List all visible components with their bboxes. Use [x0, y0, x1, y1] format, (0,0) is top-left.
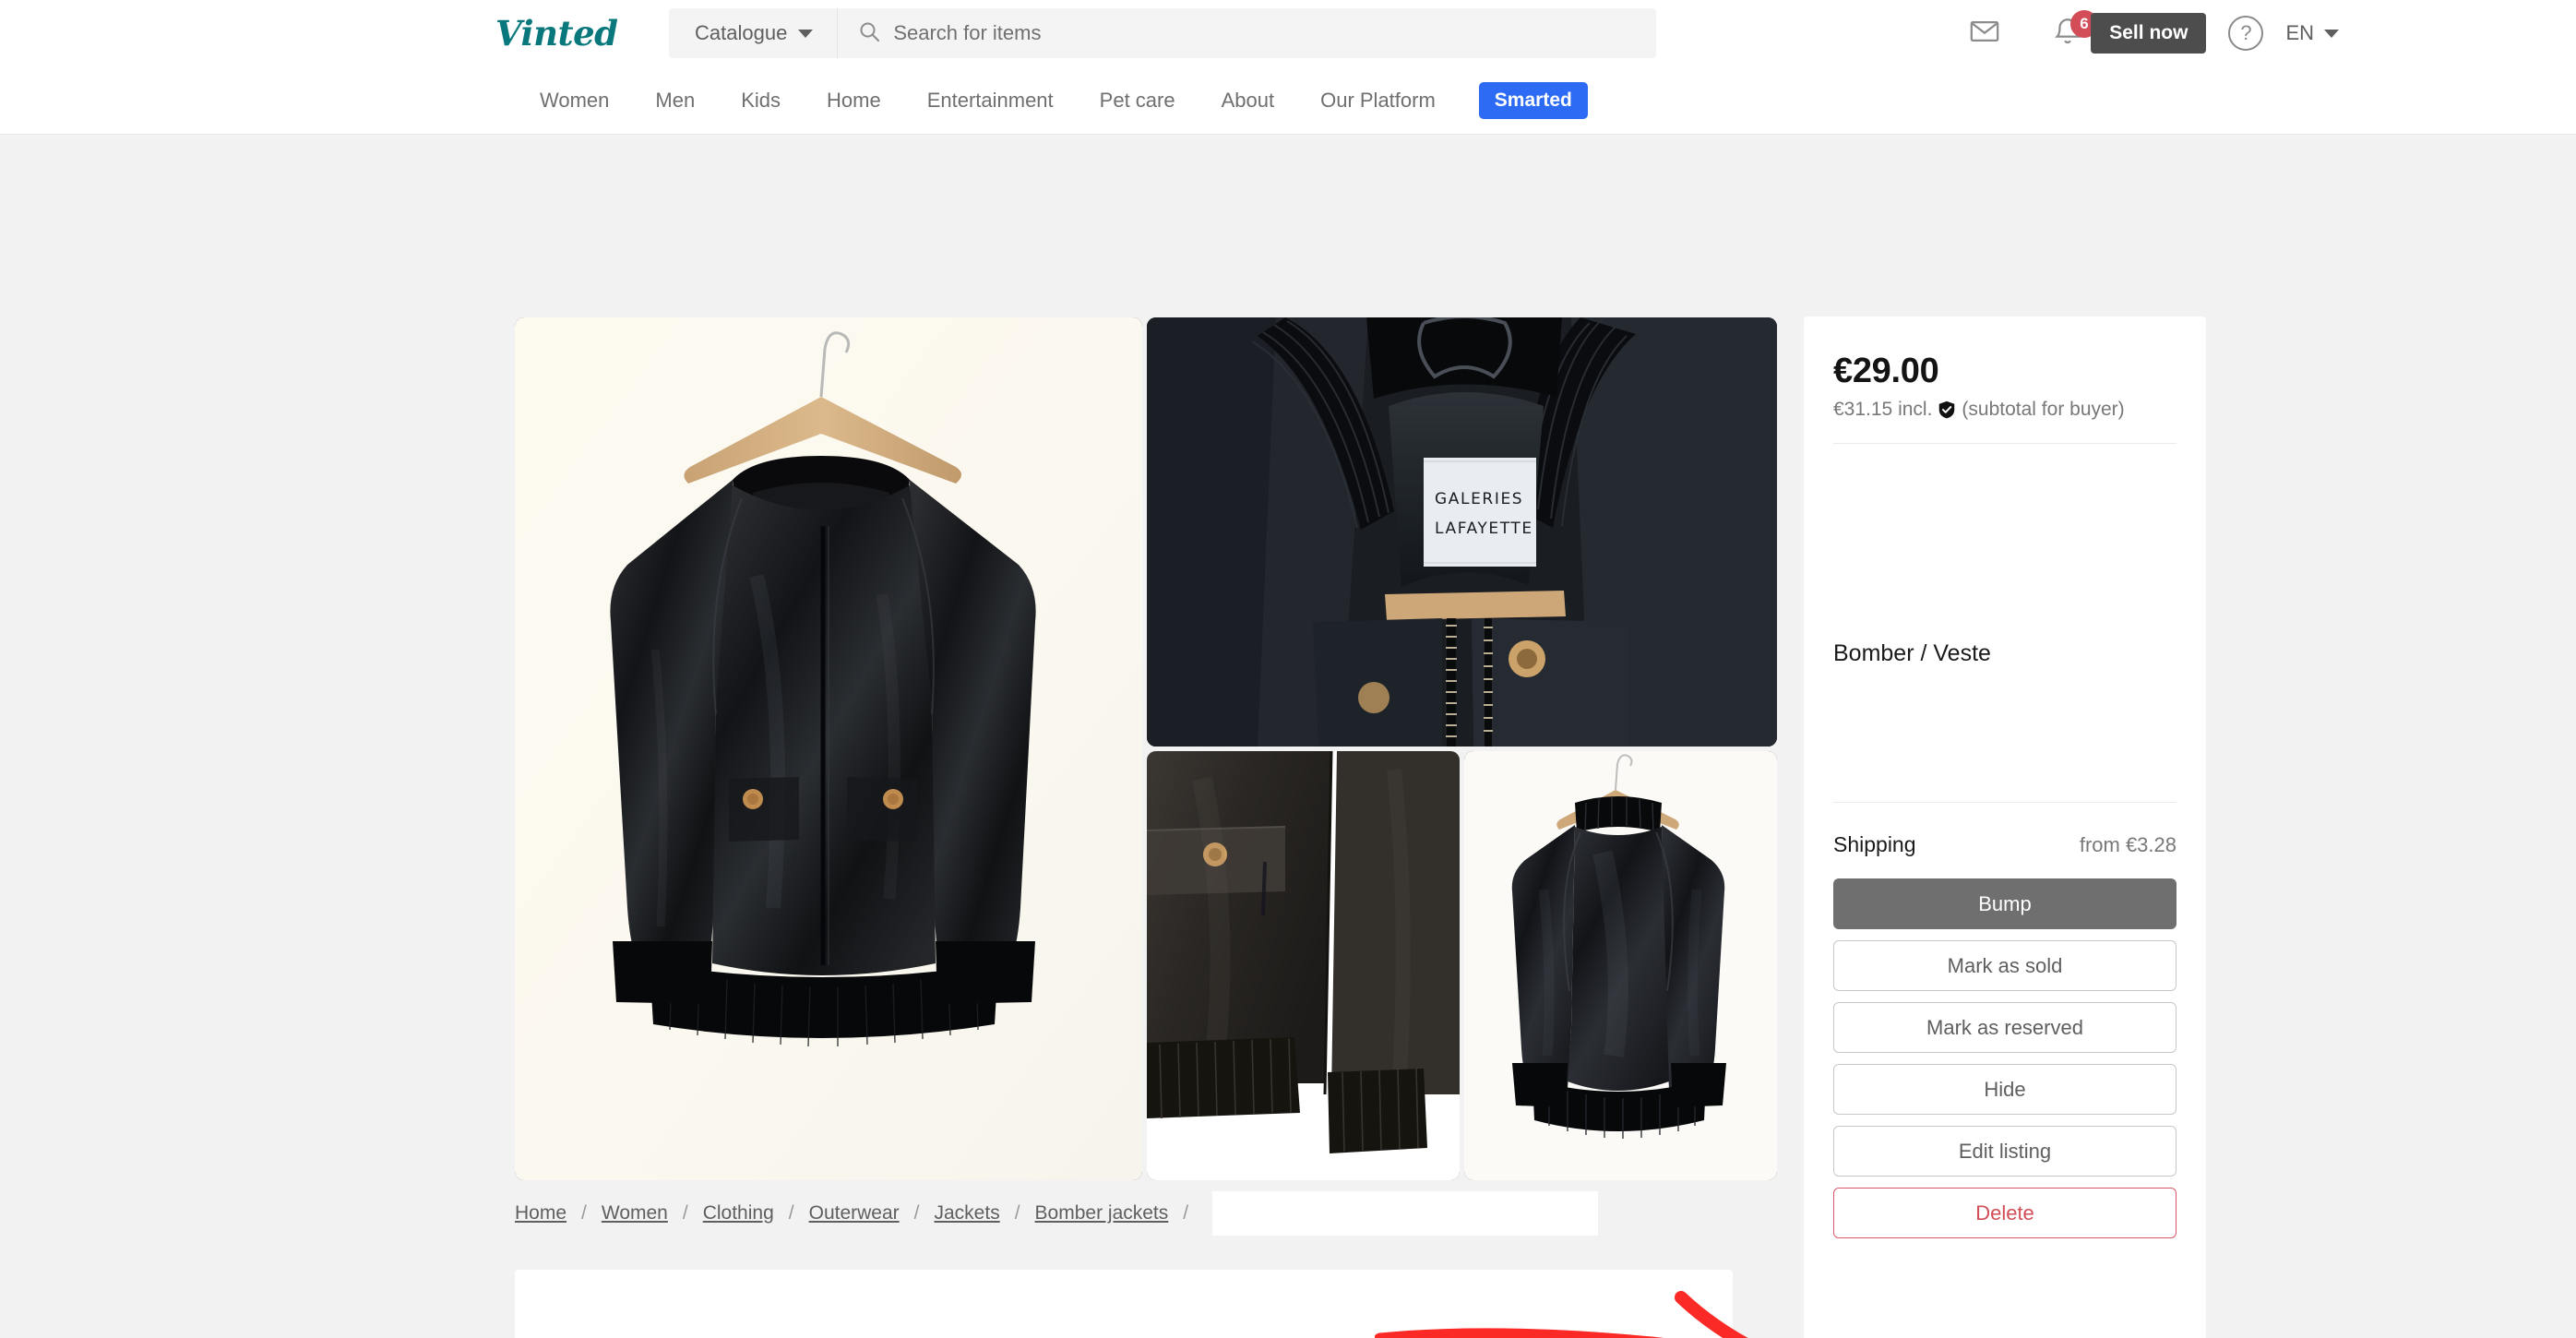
catalogue-label: Catalogue: [695, 21, 788, 44]
breadcrumb-separator: /: [1183, 1202, 1189, 1224]
shipping-price: from €3.28: [2079, 833, 2176, 856]
listing-sidebar: €29.00 €31.15 incl. (subtotal for buyer)…: [1804, 317, 2206, 1338]
bump-button[interactable]: Bump: [1833, 878, 2176, 929]
item-price-subtotal-row: €31.15 incl. (subtotal for buyer): [1833, 399, 2176, 421]
page-body: GALERI LAFAY: [0, 135, 2576, 1338]
gallery-right-column: GALERIES LAFAYETTE: [1147, 317, 1777, 1180]
nav-item-entertainment[interactable]: Entertainment: [904, 89, 1077, 113]
nav-item-men[interactable]: Men: [632, 89, 718, 113]
breadcrumb-trailing-placeholder: [1212, 1191, 1599, 1236]
buyer-protection-shield-icon: [1937, 400, 1957, 420]
breadcrumb: Home / Women / Clothing / Outerwear / Ja…: [515, 1191, 1599, 1236]
inbox-button[interactable]: [1965, 14, 2004, 53]
breadcrumb-separator: /: [581, 1202, 587, 1224]
item-description-card: [515, 1270, 1733, 1338]
catalogue-dropdown[interactable]: Catalogue: [669, 8, 839, 58]
breadcrumb-separator: /: [682, 1202, 688, 1224]
chevron-down-icon: [798, 29, 814, 38]
help-icon[interactable]: ?: [2228, 16, 2264, 51]
site-header: Vinted Catalogue Search for items 6 Sell…: [0, 0, 2576, 66]
sidebar-divider-bottom: [1833, 802, 2176, 803]
shipping-row: Shipping from €3.28: [1833, 832, 2176, 857]
primary-navigation: Women Men Kids Home Entertainment Pet ca…: [0, 66, 2576, 135]
search-bar: Catalogue: [669, 8, 1656, 58]
item-price: €29.00: [1833, 352, 1939, 390]
item-photo-gallery: GALERI LAFAY: [515, 317, 1777, 1180]
nav-item-about[interactable]: About: [1199, 89, 1298, 113]
price-incl-prefix: €31.15 incl.: [1833, 399, 1933, 420]
breadcrumb-separator: /: [913, 1202, 920, 1224]
item-photo-back[interactable]: [1464, 751, 1777, 1180]
nav-badge-smarted[interactable]: Smarted: [1478, 81, 1588, 119]
nav-item-kids[interactable]: Kids: [718, 89, 804, 113]
breadcrumb-item-jackets[interactable]: Jackets: [935, 1202, 1000, 1225]
price-incl-suffix: (subtotal for buyer): [1962, 399, 2125, 420]
gallery-bottom-row: [1147, 751, 1777, 1180]
shipping-label: Shipping: [1833, 832, 1916, 856]
envelope-icon: [1969, 16, 2000, 52]
item-photo-main[interactable]: GALERI LAFAY: [515, 317, 1142, 1180]
nav-item-pet-care[interactable]: Pet care: [1077, 89, 1199, 113]
breadcrumb-item-bomber-jackets[interactable]: Bomber jackets: [1035, 1202, 1169, 1225]
brand-label-line-1: GALERIES: [1435, 490, 1523, 508]
nav-item-women[interactable]: Women: [517, 89, 632, 113]
mark-as-sold-button[interactable]: Mark as sold: [1833, 940, 2176, 991]
mark-as-reserved-button[interactable]: Mark as reserved: [1833, 1002, 2176, 1053]
breadcrumb-separator: /: [788, 1202, 794, 1224]
nav-item-home[interactable]: Home: [804, 89, 904, 113]
sell-now-button[interactable]: Sell now: [2091, 13, 2207, 54]
item-title: Bomber / Veste: [1833, 640, 1991, 666]
notifications-button[interactable]: 6: [2048, 10, 2098, 53]
language-label: EN: [2285, 21, 2314, 44]
breadcrumb-item-women[interactable]: Women: [602, 1202, 668, 1225]
hide-button[interactable]: Hide: [1833, 1064, 2176, 1115]
edit-listing-button[interactable]: Edit listing: [1833, 1126, 2176, 1177]
header-actions: Sell now ? EN: [2091, 0, 2339, 66]
item-photo-hem-detail[interactable]: [1147, 751, 1460, 1180]
nav-item-our-platform[interactable]: Our Platform: [1297, 89, 1459, 113]
vinted-logo[interactable]: Vinted: [495, 13, 618, 54]
search-input[interactable]: [893, 21, 1612, 45]
chevron-down-icon: [2324, 29, 2339, 38]
search-field-wrapper[interactable]: [838, 8, 1656, 58]
breadcrumb-separator: /: [1014, 1202, 1020, 1224]
listing-actions: Bump Mark as sold Mark as reserved Hide …: [1833, 878, 2176, 1238]
item-photo-collar[interactable]: GALERIES LAFAYETTE: [1147, 317, 1777, 747]
search-icon: [858, 20, 880, 47]
language-selector[interactable]: EN: [2285, 21, 2339, 45]
delete-button[interactable]: Delete: [1833, 1188, 2176, 1238]
breadcrumb-item-clothing[interactable]: Clothing: [703, 1202, 774, 1225]
breadcrumb-item-outerwear[interactable]: Outerwear: [809, 1202, 900, 1225]
breadcrumb-item-home[interactable]: Home: [515, 1202, 566, 1225]
brand-label-line-2: LAFAYETTE: [1435, 520, 1533, 538]
sidebar-divider-top: [1833, 443, 2176, 444]
